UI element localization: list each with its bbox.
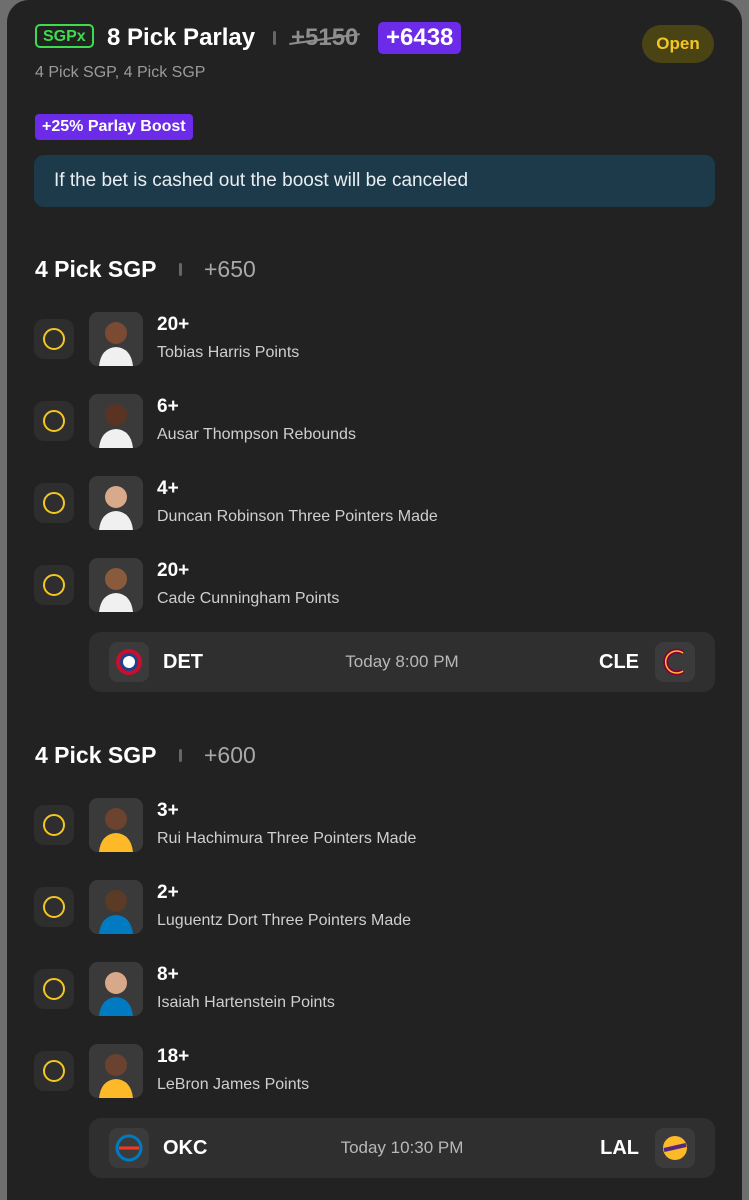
parlay-boost-badge: +25% Parlay Boost bbox=[35, 114, 193, 140]
pick-row[interactable]: 20+ Cade Cunningham Points bbox=[34, 558, 714, 614]
section-title: 4 Pick SGP bbox=[35, 742, 157, 768]
pick-description: Isaiah Hartenstein Points bbox=[157, 994, 335, 1011]
pick-line: 8+ bbox=[157, 964, 179, 985]
pick-status-icon bbox=[34, 1051, 74, 1091]
pick-row[interactable]: 4+ Duncan Robinson Three Pointers Made bbox=[34, 476, 714, 532]
away-team-abbr: LAL bbox=[600, 1137, 639, 1159]
lakers-logo-icon bbox=[655, 1128, 695, 1168]
pick-description: Ausar Thompson Rebounds bbox=[157, 426, 356, 443]
pick-description: Cade Cunningham Points bbox=[157, 590, 340, 607]
section-odds: +600 bbox=[204, 742, 256, 768]
player-avatar bbox=[89, 962, 143, 1016]
bet-card: SGPx 8 Pick Parlay +5150 +6438 Open 4 Pi… bbox=[7, 0, 742, 1200]
parlay-title: 8 Pick Parlay bbox=[107, 24, 256, 51]
player-avatar bbox=[89, 1044, 143, 1098]
pick-description: LeBron James Points bbox=[157, 1076, 310, 1093]
player-avatar bbox=[89, 312, 143, 366]
section-odds: +650 bbox=[204, 256, 256, 282]
pick-row[interactable]: 3+ Rui Hachimura Three Pointers Made bbox=[34, 798, 714, 854]
pick-status-icon bbox=[34, 483, 74, 523]
game-matchup[interactable]: OKC Today 10:30 PM LAL bbox=[89, 1118, 715, 1178]
player-avatar bbox=[89, 476, 143, 530]
title-divider bbox=[273, 31, 276, 45]
pick-row[interactable]: 8+ Isaiah Hartenstein Points bbox=[34, 962, 714, 1018]
status-badge: Open bbox=[642, 25, 714, 63]
pick-line: 3+ bbox=[157, 800, 179, 821]
pick-status-icon bbox=[34, 565, 74, 605]
pick-line: 6+ bbox=[157, 396, 179, 417]
cavaliers-logo-icon bbox=[655, 642, 695, 682]
original-odds: +5150 bbox=[291, 24, 359, 51]
pick-status-icon bbox=[34, 319, 74, 359]
pick-line: 18+ bbox=[157, 1046, 190, 1067]
pick-line: 20+ bbox=[157, 560, 190, 581]
boosted-odds: +6438 bbox=[378, 22, 462, 54]
pick-status-icon bbox=[34, 969, 74, 1009]
pick-status-icon bbox=[34, 805, 74, 845]
boost-notice: If the bet is cashed out the boost will … bbox=[34, 155, 715, 207]
parlay-subtitle: 4 Pick SGP, 4 Pick SGP bbox=[35, 64, 206, 81]
away-team-abbr: CLE bbox=[599, 651, 639, 673]
pick-line: 20+ bbox=[157, 314, 190, 335]
pick-status-icon bbox=[34, 887, 74, 927]
sgpx-badge: SGPx bbox=[35, 24, 94, 48]
pick-description: Rui Hachimura Three Pointers Made bbox=[157, 830, 417, 847]
pick-description: Duncan Robinson Three Pointers Made bbox=[157, 508, 438, 525]
game-matchup[interactable]: DET Today 8:00 PM CLE bbox=[89, 632, 715, 692]
player-avatar bbox=[89, 558, 143, 612]
section-divider bbox=[179, 749, 182, 762]
pick-row[interactable]: 20+ Tobias Harris Points bbox=[34, 312, 714, 368]
player-avatar bbox=[89, 394, 143, 448]
player-avatar bbox=[89, 798, 143, 852]
pick-row[interactable]: 6+ Ausar Thompson Rebounds bbox=[34, 394, 714, 450]
section-divider bbox=[179, 263, 182, 276]
pick-line: 4+ bbox=[157, 478, 179, 499]
pick-status-icon bbox=[34, 401, 74, 441]
pick-line: 2+ bbox=[157, 882, 179, 903]
player-avatar bbox=[89, 880, 143, 934]
section-title: 4 Pick SGP bbox=[35, 256, 157, 282]
pick-description: Luguentz Dort Three Pointers Made bbox=[157, 912, 412, 929]
pick-description: Tobias Harris Points bbox=[157, 344, 300, 361]
pick-row[interactable]: 2+ Luguentz Dort Three Pointers Made bbox=[34, 880, 714, 936]
pick-row[interactable]: 18+ LeBron James Points bbox=[34, 1044, 714, 1100]
